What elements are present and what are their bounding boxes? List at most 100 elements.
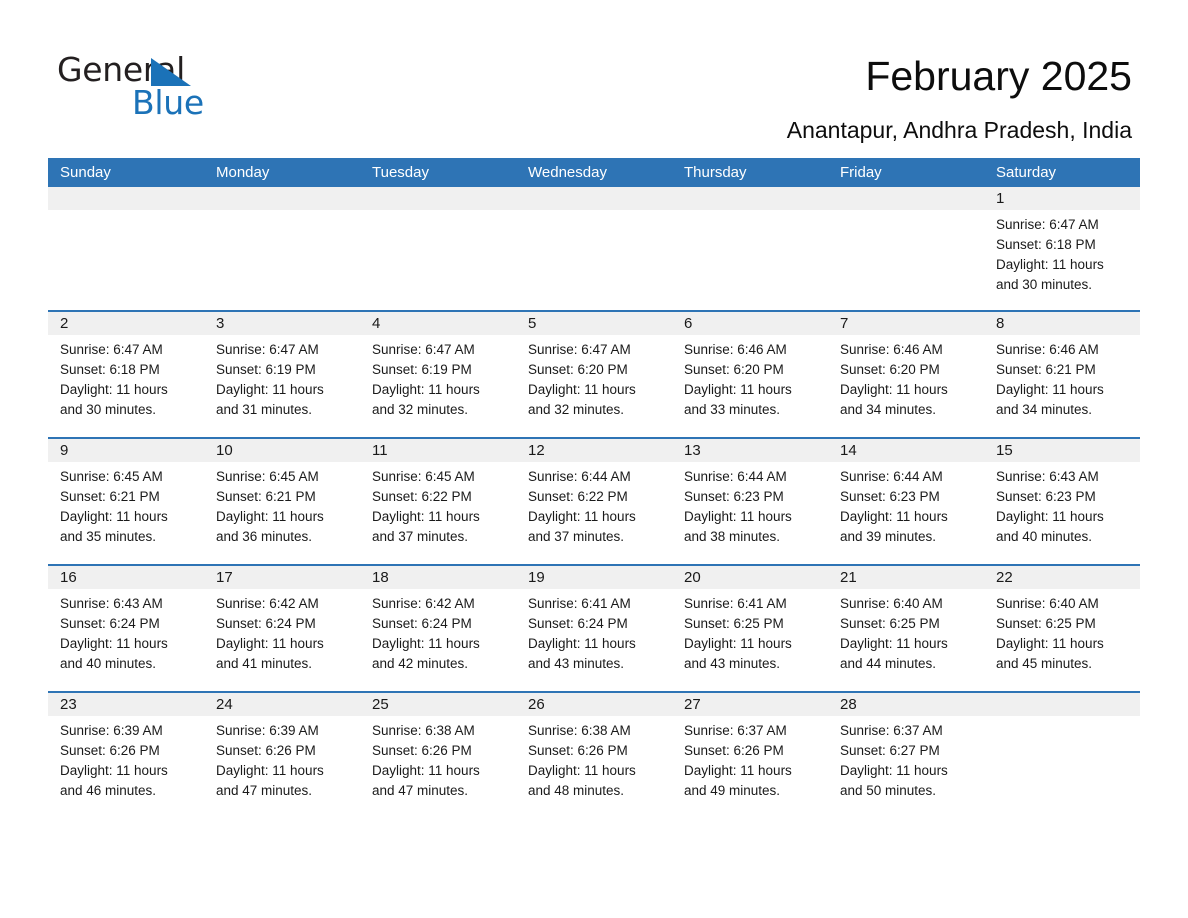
sunset-text: Sunset: 6:22 PM [372,489,472,504]
sunrise-text: Sunrise: 6:47 AM [528,342,631,357]
sunset-text: Sunset: 6:26 PM [60,743,160,758]
day-number: 22 [996,569,1013,586]
page-subtitle-location: Anantapur, Andhra Pradesh, India [786,117,1132,143]
sunset-text: Sunset: 6:21 PM [996,362,1096,377]
sunset-text: Sunset: 6:24 PM [372,616,472,631]
day-cell: Sunrise: 6:46 AM Sunset: 6:20 PM Dayligh… [828,335,984,437]
week-row: 16 17 18 19 20 21 22 Sunrise: 6:43 AM Su… [48,564,1140,691]
day-cell: Sunrise: 6:43 AM Sunset: 6:23 PM Dayligh… [984,462,1140,564]
daylight-text: Daylight: 11 hours and 34 minutes. [840,382,948,417]
daylight-text: Daylight: 11 hours and 44 minutes. [840,636,948,671]
day-detail-band: Sunrise: 6:39 AM Sunset: 6:26 PM Dayligh… [48,716,1140,818]
daylight-text: Daylight: 11 hours and 40 minutes. [60,636,168,671]
sunrise-text: Sunrise: 6:47 AM [372,342,475,357]
daylight-text: Daylight: 11 hours and 30 minutes. [996,257,1104,292]
weekday-header-sunday: Sunday [60,164,111,181]
daylight-text: Daylight: 11 hours and 43 minutes. [684,636,792,671]
page-header: General Blue February 2025 Anantapur, An… [0,0,1188,158]
day-detail-band: Sunrise: 6:47 AM Sunset: 6:18 PM Dayligh… [48,335,1140,437]
day-number: 21 [840,569,857,586]
day-cell: Sunrise: 6:44 AM Sunset: 6:23 PM Dayligh… [672,462,828,564]
day-number: 2 [60,315,69,332]
sunrise-text: Sunrise: 6:46 AM [684,342,787,357]
week-row: 23 24 25 26 27 28 Sunrise: 6:39 AM Sunse… [48,691,1140,818]
day-cell [360,210,516,310]
day-detail-band: Sunrise: 6:45 AM Sunset: 6:21 PM Dayligh… [48,462,1140,564]
logo-text-blue: Blue [132,83,204,122]
sunset-text: Sunset: 6:26 PM [216,743,316,758]
sunset-text: Sunset: 6:21 PM [216,489,316,504]
weekday-header-friday: Friday [840,164,882,181]
day-cell: Sunrise: 6:44 AM Sunset: 6:22 PM Dayligh… [516,462,672,564]
day-cell: Sunrise: 6:45 AM Sunset: 6:21 PM Dayligh… [204,462,360,564]
calendar-page: General Blue February 2025 Anantapur, An… [0,0,1188,918]
sunset-text: Sunset: 6:24 PM [60,616,160,631]
sunrise-text: Sunrise: 6:42 AM [216,596,319,611]
day-number: 24 [216,696,233,713]
weekday-header-thursday: Thursday [684,164,747,181]
daylight-text: Daylight: 11 hours and 37 minutes. [528,509,636,544]
day-cell: Sunrise: 6:38 AM Sunset: 6:26 PM Dayligh… [516,716,672,818]
sunrise-text: Sunrise: 6:41 AM [684,596,787,611]
day-number-band: 1 [48,187,1140,210]
sunrise-text: Sunrise: 6:39 AM [216,723,319,738]
day-cell: Sunrise: 6:37 AM Sunset: 6:26 PM Dayligh… [672,716,828,818]
sunset-text: Sunset: 6:24 PM [216,616,316,631]
daylight-text: Daylight: 11 hours and 48 minutes. [528,763,636,798]
sunrise-text: Sunrise: 6:45 AM [372,469,475,484]
sunset-text: Sunset: 6:19 PM [216,362,316,377]
day-cell [828,210,984,310]
day-cell: Sunrise: 6:47 AM Sunset: 6:19 PM Dayligh… [360,335,516,437]
daylight-text: Daylight: 11 hours and 30 minutes. [60,382,168,417]
day-number: 4 [372,315,381,332]
daylight-text: Daylight: 11 hours and 43 minutes. [528,636,636,671]
week-row: 2 3 4 5 6 7 8 Sunrise: 6:47 AM Sunset: 6… [48,310,1140,437]
day-cell: Sunrise: 6:46 AM Sunset: 6:21 PM Dayligh… [984,335,1140,437]
day-number [516,187,672,210]
daylight-text: Daylight: 11 hours and 39 minutes. [840,509,948,544]
sunset-text: Sunset: 6:20 PM [528,362,628,377]
sunset-text: Sunset: 6:23 PM [684,489,784,504]
day-number: 19 [528,569,545,586]
day-cell: Sunrise: 6:41 AM Sunset: 6:25 PM Dayligh… [672,589,828,691]
sunrise-text: Sunrise: 6:44 AM [528,469,631,484]
day-cell: Sunrise: 6:47 AM Sunset: 6:20 PM Dayligh… [516,335,672,437]
week-row: 1 Sunrise: 6:47 AM Sunset: 6:18 PM Dayli… [48,187,1140,310]
daylight-text: Daylight: 11 hours and 50 minutes. [840,763,948,798]
day-number: 11 [372,442,388,459]
day-number-band: 16 17 18 19 20 21 22 [48,566,1140,589]
sunset-text: Sunset: 6:25 PM [996,616,1096,631]
week-row: 9 10 11 12 13 14 15 Sunrise: 6:45 AM Sun… [48,437,1140,564]
daylight-text: Daylight: 11 hours and 31 minutes. [216,382,324,417]
sunrise-text: Sunrise: 6:37 AM [684,723,787,738]
day-cell: Sunrise: 6:37 AM Sunset: 6:27 PM Dayligh… [828,716,984,818]
sunset-text: Sunset: 6:18 PM [60,362,160,377]
day-detail-band: Sunrise: 6:47 AM Sunset: 6:18 PM Dayligh… [48,210,1140,310]
day-number: 18 [372,569,389,586]
day-number: 15 [996,442,1013,459]
sunset-text: Sunset: 6:23 PM [996,489,1096,504]
day-number-band: 9 10 11 12 13 14 15 [48,439,1140,462]
day-cell [516,210,672,310]
day-cell: Sunrise: 6:45 AM Sunset: 6:22 PM Dayligh… [360,462,516,564]
weekday-header-monday: Monday [216,164,270,181]
day-cell [672,210,828,310]
day-number [828,187,984,210]
day-cell: Sunrise: 6:38 AM Sunset: 6:26 PM Dayligh… [360,716,516,818]
sunset-text: Sunset: 6:18 PM [996,237,1096,252]
daylight-text: Daylight: 11 hours and 41 minutes. [216,636,324,671]
daylight-text: Daylight: 11 hours and 32 minutes. [372,382,480,417]
sunrise-text: Sunrise: 6:47 AM [60,342,163,357]
day-number: 14 [840,442,857,459]
sunset-text: Sunset: 6:25 PM [840,616,940,631]
day-number: 9 [60,442,69,459]
day-number: 23 [60,696,77,713]
day-number [984,693,1140,716]
day-cell: Sunrise: 6:42 AM Sunset: 6:24 PM Dayligh… [360,589,516,691]
day-number-band: 2 3 4 5 6 7 8 [48,312,1140,335]
day-cell: Sunrise: 6:47 AM Sunset: 6:18 PM Dayligh… [984,210,1140,310]
sunset-text: Sunset: 6:25 PM [684,616,784,631]
daylight-text: Daylight: 11 hours and 47 minutes. [372,763,480,798]
sunrise-text: Sunrise: 6:44 AM [684,469,787,484]
sunrise-text: Sunrise: 6:43 AM [60,596,163,611]
